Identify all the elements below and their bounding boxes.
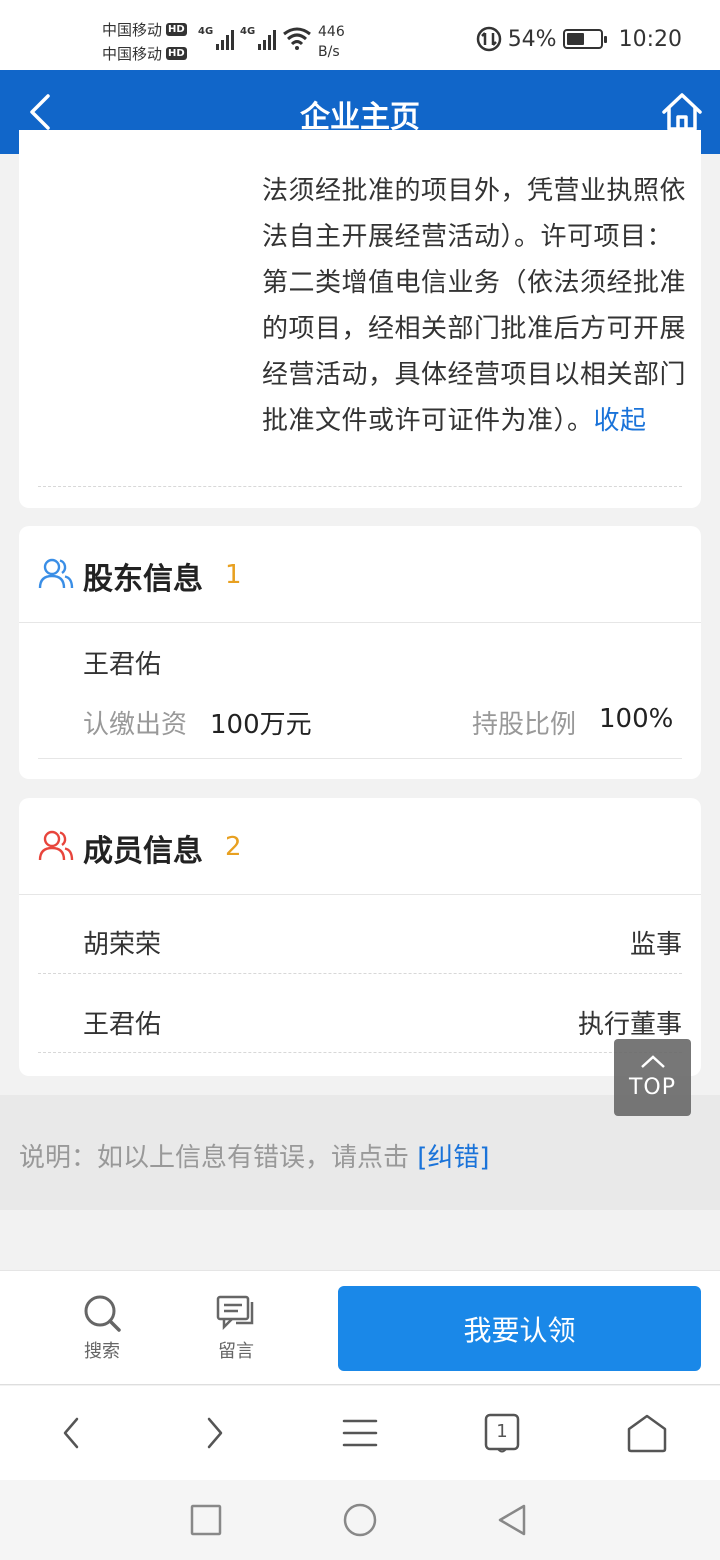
chevron-up-icon bbox=[641, 1055, 665, 1068]
wifi-icon bbox=[283, 27, 311, 50]
notice-text: 说明：如以上信息有错误，请点击 [纠错] bbox=[19, 1137, 490, 1174]
hd-badge: HD bbox=[166, 23, 187, 36]
home-nav-icon[interactable] bbox=[342, 1502, 378, 1538]
divider bbox=[38, 758, 682, 759]
network-type-1: 4G bbox=[198, 26, 214, 37]
carrier-1-label: 中国移动 bbox=[102, 21, 163, 39]
message-label: 留言 bbox=[218, 1341, 254, 1362]
member-name: 王君佑 bbox=[83, 1010, 162, 1040]
clock: 10:20 bbox=[618, 26, 682, 52]
back-nav-icon[interactable] bbox=[494, 1502, 530, 1538]
shareholder-name[interactable]: 王君佑 bbox=[83, 644, 161, 681]
signal-icon: 4G bbox=[198, 26, 235, 50]
collapse-link[interactable]: 收起 bbox=[594, 406, 647, 436]
member-role: 执行董事 bbox=[577, 1010, 682, 1040]
network-speed-unit: B/s bbox=[318, 44, 340, 60]
divider bbox=[38, 486, 682, 487]
capital-value: 100万元 bbox=[210, 710, 312, 740]
search-label: 搜索 bbox=[84, 1341, 120, 1362]
signal-icon: 4G bbox=[240, 26, 277, 50]
ratio-label: 持股比例 bbox=[472, 710, 577, 740]
business-scope-content: 法须经批准的项目外，凭营业执照依法自主开展经营活动）。许可项目：第二类增值电信业… bbox=[262, 176, 687, 436]
message-icon bbox=[216, 1295, 254, 1331]
battery-percent: 54% bbox=[507, 26, 557, 52]
shareholder-header: 股东信息 1 bbox=[19, 526, 701, 623]
recents-icon[interactable] bbox=[188, 1502, 224, 1538]
back-to-top-label: TOP bbox=[628, 1075, 677, 1100]
data-saver-icon bbox=[476, 26, 501, 52]
carrier-2: 中国移动 HD bbox=[102, 43, 187, 64]
back-to-top-button[interactable]: TOP bbox=[614, 1039, 691, 1116]
battery-icon bbox=[562, 29, 607, 49]
shareholders-icon bbox=[38, 558, 74, 589]
shareholder-count: 1 bbox=[225, 560, 242, 590]
home-icon[interactable] bbox=[660, 90, 704, 134]
ratio-value: 100% bbox=[599, 704, 674, 734]
divider bbox=[38, 1052, 682, 1053]
browser-bar: 1 bbox=[0, 1386, 720, 1480]
carrier-2-label: 中国移动 bbox=[102, 45, 163, 63]
status-right: 54% 10:20 bbox=[476, 26, 682, 52]
system-nav-bar bbox=[0, 1480, 720, 1560]
tabs-button[interactable]: 1 bbox=[478, 1409, 526, 1457]
members-card: 成员信息 2 胡荣荣 监事 王君佑 执行董事 bbox=[19, 798, 701, 1076]
carrier-1: 中国移动 HD bbox=[102, 19, 187, 40]
tabs-count: 1 bbox=[496, 1421, 508, 1442]
hd-badge: HD bbox=[166, 47, 187, 60]
shareholder-title: 股东信息 bbox=[83, 562, 203, 597]
notice-label: 说明：如以上信息有错误，请点击 bbox=[19, 1143, 418, 1173]
search-button[interactable]: 搜索 bbox=[62, 1293, 142, 1363]
members-count: 2 bbox=[225, 832, 242, 862]
divider bbox=[38, 973, 682, 974]
members-header: 成员信息 2 bbox=[19, 798, 701, 895]
member-row[interactable]: 胡荣荣 监事 bbox=[83, 924, 682, 961]
notice-panel: 说明：如以上信息有错误，请点击 [纠错] bbox=[0, 1095, 720, 1210]
member-role: 监事 bbox=[629, 930, 682, 960]
claim-button[interactable]: 我要认领 bbox=[338, 1286, 701, 1371]
browser-home-icon[interactable] bbox=[623, 1409, 671, 1457]
action-bar: 搜索 留言 我要认领 bbox=[0, 1270, 720, 1385]
capital-label: 认缴出资 bbox=[83, 710, 188, 740]
business-scope-card: 法须经批准的项目外，凭营业执照依法自主开展经营活动）。许可项目：第二类增值电信业… bbox=[19, 130, 701, 508]
browser-forward-icon[interactable] bbox=[190, 1409, 238, 1457]
network-type-2: 4G bbox=[240, 26, 256, 37]
shareholder-card: 股东信息 1 王君佑 认缴出资 100万元 持股比例 100% bbox=[19, 526, 701, 779]
browser-back-icon[interactable] bbox=[48, 1409, 96, 1457]
status-bar: 中国移动 HD 中国移动 HD 4G 4G 446 B/s 54% 10:20 bbox=[0, 0, 720, 70]
members-icon bbox=[38, 830, 74, 861]
network-speed: 446 B/s bbox=[318, 22, 345, 62]
report-error-link[interactable]: [纠错] bbox=[417, 1143, 489, 1173]
business-scope-text: 法须经批准的项目外，凭营业执照依法自主开展经营活动）。许可项目：第二类增值电信业… bbox=[262, 168, 686, 444]
search-icon bbox=[84, 1295, 121, 1332]
member-row[interactable]: 王君佑 执行董事 bbox=[83, 1004, 682, 1041]
network-speed-value: 446 bbox=[318, 24, 345, 40]
members-title: 成员信息 bbox=[83, 834, 203, 869]
message-button[interactable]: 留言 bbox=[196, 1293, 276, 1363]
member-name: 胡荣荣 bbox=[83, 930, 162, 960]
menu-icon[interactable] bbox=[336, 1409, 384, 1457]
